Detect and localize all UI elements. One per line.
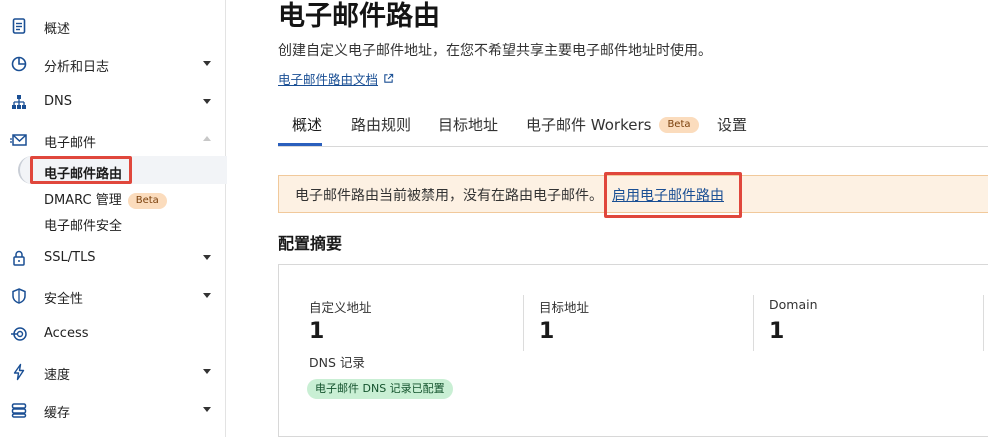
tab-email-workers[interactable]: 电子邮件 Workers Beta xyxy=(526,114,699,135)
docs-link[interactable]: 电子邮件路由文档 xyxy=(278,69,394,88)
shield-icon xyxy=(10,287,28,305)
chevron-down-icon[interactable] xyxy=(203,369,211,374)
sidebar-item-email[interactable]: 电子邮件 xyxy=(0,127,225,153)
sidebar-item-speed[interactable]: 速度 xyxy=(0,359,225,385)
document-icon xyxy=(10,17,28,35)
tab-settings[interactable]: 设置 xyxy=(717,114,747,135)
sidebar-item-overview[interactable]: 概述 xyxy=(0,13,225,39)
stat-value-custom-addresses: 1 xyxy=(309,319,325,344)
tab-overview[interactable]: 概述 xyxy=(292,114,322,135)
external-link-icon xyxy=(384,73,394,83)
sidebar-item-label: 电子邮件 xyxy=(44,136,97,151)
sidebar-item-dns[interactable]: DNS xyxy=(0,89,225,115)
section-title: 配置摘要 xyxy=(278,234,343,253)
tab-destination-addresses[interactable]: 目标地址 xyxy=(438,114,498,135)
sidebar-item-ssl-tls[interactable]: SSL/TLS xyxy=(0,245,225,271)
chevron-down-icon[interactable] xyxy=(203,61,211,66)
chevron-down-icon[interactable] xyxy=(203,255,211,260)
stat-label-domain: Domain xyxy=(769,297,818,312)
pie-chart-icon xyxy=(10,55,28,73)
stat-value-destination-addresses: 1 xyxy=(539,319,555,344)
lightning-icon xyxy=(10,363,28,381)
tab-bar: 概述 路由规则 目标地址 电子邮件 Workers Beta 设置 xyxy=(278,106,988,147)
sidebar-item-security[interactable]: 安全性 xyxy=(0,283,225,309)
database-icon xyxy=(10,401,28,419)
beta-badge: Beta xyxy=(127,192,167,209)
sidebar-item-label: 缓存 xyxy=(44,406,71,421)
stat-label-destination-addresses: 目标地址 xyxy=(539,300,590,315)
stat-label-custom-addresses: 自定义地址 xyxy=(309,300,372,315)
sidebar-item-label: 概述 xyxy=(44,22,71,37)
sidebar-item-analytics[interactable]: 分析和日志 xyxy=(0,51,225,77)
sidebar: 概述 分析和日志 DNS 电子邮件 电子邮件路由 DMARC 管理 Beta 电… xyxy=(0,0,227,437)
stat-divider xyxy=(523,295,524,351)
sidebar-item-caching[interactable]: 缓存 xyxy=(0,397,225,423)
chevron-down-icon[interactable] xyxy=(203,99,211,104)
chevron-down-icon[interactable] xyxy=(203,407,211,412)
dns-status-badge: 电子邮件 DNS 记录已配置 xyxy=(307,379,453,399)
docs-link-label: 电子邮件路由文档 xyxy=(278,72,379,87)
page: 概述 分析和日志 DNS 电子邮件 电子邮件路由 DMARC 管理 Beta 电… xyxy=(0,0,988,437)
stat-value-domain: 1 xyxy=(769,319,785,344)
stat-divider xyxy=(753,295,754,351)
summary-card: 自定义地址 1 目标地址 1 Domain 1 DNS 记录 电子邮件 DNS … xyxy=(278,264,988,437)
sidebar-subitem-label: DMARC 管理 xyxy=(44,193,122,208)
highlight-annotation xyxy=(30,156,132,184)
sidebar-item-label: Access xyxy=(44,326,89,341)
access-icon xyxy=(10,325,28,343)
sidebar-item-access[interactable]: Access xyxy=(0,321,225,347)
active-tab-underline xyxy=(278,143,322,146)
tab-routing-rules[interactable]: 路由规则 xyxy=(351,114,411,135)
dns-records-label: DNS 记录 xyxy=(309,355,365,370)
lock-icon xyxy=(10,249,28,267)
network-tree-icon xyxy=(10,93,28,111)
sidebar-item-label: 分析和日志 xyxy=(44,60,110,75)
mail-icon xyxy=(10,131,28,149)
banner-message: 电子邮件路由当前被禁用，没有在路由电子邮件。 xyxy=(295,188,603,204)
sidebar-item-label: SSL/TLS xyxy=(44,250,96,265)
sidebar-subitem-dmarc[interactable]: DMARC 管理 Beta xyxy=(44,189,167,209)
beta-badge: Beta xyxy=(659,116,699,133)
sidebar-item-label: DNS xyxy=(44,94,72,109)
main-content: 电子邮件路由 创建自定义电子邮件地址，在您不希望共享主要电子邮件地址时使用。 电… xyxy=(226,0,988,437)
sidebar-item-label: 安全性 xyxy=(44,292,84,307)
highlight-annotation xyxy=(604,172,742,218)
chevron-up-icon[interactable] xyxy=(203,136,211,141)
page-title: 电子邮件路由 xyxy=(278,1,440,32)
sidebar-item-label: 速度 xyxy=(44,368,71,383)
chevron-down-icon[interactable] xyxy=(203,293,211,298)
tab-label: 电子邮件 Workers xyxy=(526,116,652,134)
page-subtitle: 创建自定义电子邮件地址，在您不希望共享主要电子邮件地址时使用。 xyxy=(278,43,712,59)
stat-divider xyxy=(983,295,984,351)
sidebar-subitem-email-security[interactable]: 电子邮件安全 xyxy=(44,215,122,234)
